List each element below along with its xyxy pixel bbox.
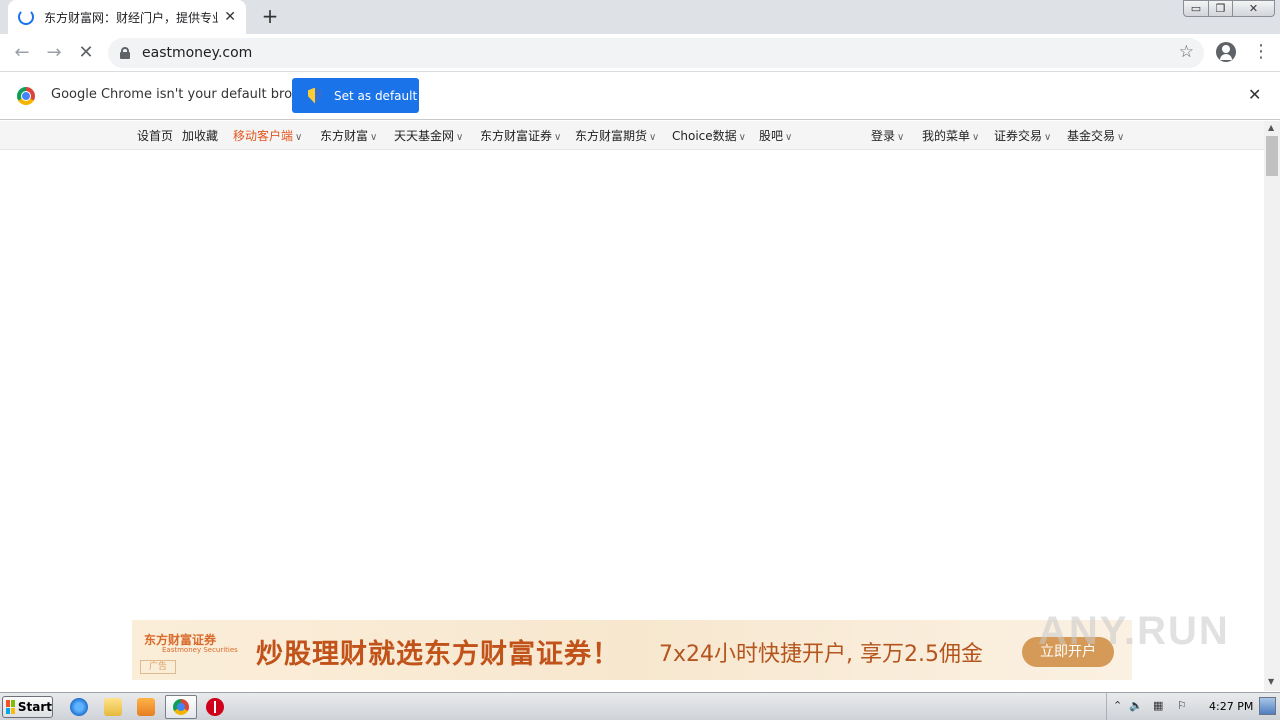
chevron-down-icon: ∨ bbox=[554, 132, 562, 143]
scroll-up-icon[interactable]: ▲ bbox=[1268, 123, 1274, 132]
nav-my-menu[interactable]: 我的菜单 ∨ bbox=[922, 127, 979, 144]
browser-toolbar: ← → ✕ eastmoney.com ☆ ⋮ bbox=[0, 34, 1280, 72]
infobar-close-icon[interactable]: ✕ bbox=[1248, 85, 1261, 104]
chevron-down-icon: ∨ bbox=[972, 132, 980, 143]
loading-spinner-icon bbox=[18, 9, 34, 25]
stop-loading-button[interactable]: ✕ bbox=[74, 41, 98, 65]
tray-expand-icon[interactable]: ⌃ bbox=[1113, 699, 1122, 712]
taskbar-clock[interactable]: 4:27 PM bbox=[1209, 700, 1253, 713]
banner-subline: 7x24小时快捷开户, 享万2.5佣金 bbox=[659, 642, 983, 667]
nav-securities-trading[interactable]: 证券交易 ∨ bbox=[994, 127, 1051, 144]
nav-eastmoney-futures[interactable]: 东方财富期货 ∨ bbox=[575, 127, 656, 144]
nav-choice-data[interactable]: Choice数据 ∨ bbox=[672, 127, 746, 144]
tab-strip: 东方财富网：财经门户，提供专业的 ✕ + ▭ ❐ ✕ bbox=[0, 0, 1280, 34]
infobar-message: Google Chrome isn't your default browser bbox=[51, 87, 323, 102]
file-explorer-icon[interactable] bbox=[104, 698, 122, 716]
windows-logo-icon bbox=[6, 700, 15, 714]
site-top-nav: 设首页 加收藏 移动客户端 ∨ 东方财富 ∨ 天天基金网 ∨ 东方财富证券 ∨ 东方财富… bbox=[0, 121, 1264, 150]
banner-logo-en: Eastmoney Securities bbox=[162, 646, 238, 654]
window-close-button[interactable]: ✕ bbox=[1232, 0, 1275, 17]
banner-headline: 炒股理财就选东方财富证券！ bbox=[256, 639, 620, 670]
chevron-down-icon: ∨ bbox=[1044, 132, 1052, 143]
url-text[interactable]: eastmoney.com bbox=[142, 45, 252, 61]
action-center-flag-icon[interactable]: ⚐ bbox=[1177, 699, 1187, 712]
chevron-down-icon: ∨ bbox=[897, 132, 905, 143]
chevron-down-icon: ∨ bbox=[295, 132, 303, 143]
nav-tiantian-fund[interactable]: 天天基金网 ∨ bbox=[394, 127, 463, 144]
chevron-down-icon: ∨ bbox=[370, 132, 378, 143]
chrome-menu-icon[interactable]: ⋮ bbox=[1252, 42, 1270, 62]
network-icon[interactable]: ▦ bbox=[1153, 699, 1163, 712]
nav-mobile-client[interactable]: 移动客户端 ∨ bbox=[233, 127, 302, 144]
chevron-down-icon: ∨ bbox=[456, 132, 464, 143]
set-as-default-label: Set as default bbox=[334, 88, 418, 103]
volume-icon[interactable]: 🔈 bbox=[1129, 699, 1143, 712]
chrome-icon bbox=[173, 699, 189, 715]
stop-sign-icon[interactable] bbox=[206, 698, 224, 716]
windows-taskbar: Start ⌃ 🔈 ▦ ⚐ 4:27 PM bbox=[0, 692, 1280, 720]
set-as-default-button[interactable]: Set as default bbox=[292, 78, 419, 113]
new-tab-button[interactable]: + bbox=[259, 5, 281, 27]
show-desktop-button[interactable] bbox=[1259, 697, 1276, 715]
default-browser-infobar: Google Chrome isn't your default browser… bbox=[0, 72, 1280, 120]
forward-button[interactable]: → bbox=[42, 41, 66, 65]
nav-set-homepage[interactable]: 设首页 bbox=[137, 127, 173, 144]
address-bar[interactable]: eastmoney.com ☆ bbox=[108, 38, 1204, 68]
scrollbar-thumb[interactable] bbox=[1266, 136, 1278, 176]
back-button[interactable]: ← bbox=[10, 41, 34, 65]
page-viewport: 设首页 加收藏 移动客户端 ∨ 东方财富 ∨ 天天基金网 ∨ 东方财富证券 ∨ 东方财富… bbox=[0, 121, 1264, 691]
vertical-scrollbar[interactable]: ▲ ▼ bbox=[1264, 121, 1280, 691]
media-player-icon[interactable] bbox=[137, 698, 155, 716]
nav-login[interactable]: 登录 ∨ bbox=[871, 127, 904, 144]
nav-add-favorite[interactable]: 加收藏 bbox=[182, 127, 218, 144]
browser-tab[interactable]: 东方财富网：财经门户，提供专业的 ✕ bbox=[8, 0, 246, 34]
nav-guba[interactable]: 股吧 ∨ bbox=[759, 127, 792, 144]
nav-fund-trading[interactable]: 基金交易 ∨ bbox=[1067, 127, 1124, 144]
tab-title: 东方财富网：财经门户，提供专业的 bbox=[44, 10, 219, 25]
nav-eastmoney[interactable]: 东方财富 ∨ bbox=[320, 127, 377, 144]
system-tray: ⌃ 🔈 ▦ ⚐ bbox=[1106, 693, 1280, 720]
ad-banner[interactable]: 东方财富证券 Eastmoney Securities 广告 炒股理财就选东方财… bbox=[132, 620, 1132, 680]
bookmark-star-icon[interactable]: ☆ bbox=[1179, 42, 1194, 62]
chrome-logo-icon bbox=[17, 87, 35, 105]
start-label: Start bbox=[17, 700, 52, 714]
chevron-down-icon: ∨ bbox=[1117, 132, 1125, 143]
chevron-down-icon: ∨ bbox=[738, 132, 746, 143]
ad-tag: 广告 bbox=[140, 660, 176, 674]
taskbar-chrome-button[interactable] bbox=[165, 695, 197, 719]
start-button[interactable]: Start bbox=[2, 696, 53, 718]
scroll-down-icon[interactable]: ▼ bbox=[1268, 677, 1274, 686]
lock-icon[interactable] bbox=[120, 47, 130, 59]
internet-explorer-icon[interactable] bbox=[70, 698, 88, 716]
chevron-down-icon: ∨ bbox=[649, 132, 657, 143]
minimize-button[interactable]: ▭ bbox=[1183, 0, 1209, 17]
uac-shield-icon bbox=[308, 87, 322, 104]
nav-eastmoney-securities[interactable]: 东方财富证券 ∨ bbox=[480, 127, 561, 144]
tab-close-icon[interactable]: ✕ bbox=[222, 9, 238, 25]
anyrun-watermark: ANY.RUN bbox=[1038, 609, 1230, 653]
restore-button[interactable]: ❐ bbox=[1208, 0, 1233, 17]
chevron-down-icon: ∨ bbox=[785, 132, 793, 143]
profile-avatar-icon[interactable] bbox=[1216, 42, 1236, 62]
